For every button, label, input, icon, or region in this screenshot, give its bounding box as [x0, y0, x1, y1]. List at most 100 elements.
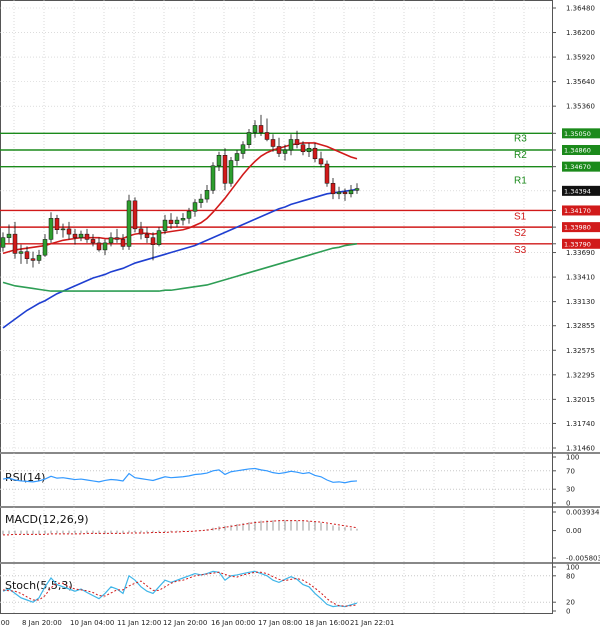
- candle-body: [216, 155, 222, 167]
- candle: [348, 185, 354, 198]
- candle: [222, 148, 228, 191]
- candle: [324, 160, 330, 187]
- candle: [72, 228, 78, 245]
- candle-body: [228, 160, 234, 184]
- candle-body: [180, 218, 186, 221]
- candle: [276, 137, 282, 158]
- candle: [180, 213, 186, 226]
- candle: [0, 232, 6, 252]
- candle: [252, 120, 258, 138]
- candle: [234, 149, 240, 166]
- candle-body: [282, 149, 288, 154]
- candle-body: [0, 237, 6, 248]
- time-tick-label: 18 Jan 16:00: [305, 619, 349, 627]
- candle-body: [240, 144, 246, 154]
- level-name-s2: S2: [514, 228, 527, 239]
- candle-body: [48, 218, 54, 240]
- candle: [306, 142, 312, 158]
- candle-body: [60, 228, 66, 231]
- candle: [90, 234, 96, 247]
- candle-body: [42, 239, 48, 256]
- candle-body: [336, 191, 342, 195]
- rsi-tick-label: 0: [566, 500, 570, 508]
- time-tick-label: 12 Jan 20:00: [163, 619, 207, 627]
- time-tick-label: 11 Jan 12:00: [117, 619, 161, 627]
- panel-separator: [0, 506, 600, 508]
- rsi-label: RSI(14): [5, 471, 45, 484]
- level-price-label: 1.33980: [564, 224, 591, 232]
- candle-body: [120, 239, 126, 247]
- price-tick-label: 1.31740: [566, 420, 595, 428]
- time-tick-label: 21 Jan 22:01: [350, 619, 394, 627]
- level-name-r3: R3: [514, 133, 527, 144]
- time-tick-label: 10 Jan 04:00: [70, 619, 114, 627]
- candle-body: [246, 132, 252, 145]
- candle-body: [24, 251, 30, 259]
- stoch-tick-label: 0: [566, 608, 570, 616]
- candle-body: [258, 125, 264, 133]
- candle-body: [126, 200, 132, 247]
- macd-label: MACD(12,26,9): [5, 513, 89, 526]
- candle-body: [264, 132, 270, 140]
- stoch-tick-label: 80: [566, 572, 575, 580]
- candle-body: [162, 219, 168, 231]
- candle: [204, 185, 210, 203]
- candle: [84, 228, 90, 243]
- candle: [48, 212, 54, 243]
- vertical-grid: [13, 0, 525, 614]
- candle: [42, 234, 48, 257]
- candle-body: [108, 237, 114, 244]
- candle-body: [300, 144, 306, 152]
- price-tick-label: 1.36480: [566, 5, 595, 13]
- candle-body: [324, 163, 330, 184]
- level-price-label: 1.34170: [564, 207, 591, 215]
- candle-body: [222, 155, 228, 184]
- level-price-label: 1.34670: [564, 163, 591, 171]
- candle: [54, 214, 60, 235]
- level-price-label: 1.33790: [564, 240, 591, 248]
- rsi-tick-label: 30: [566, 486, 575, 494]
- panel-separator: [0, 452, 600, 454]
- level-name-r2: R2: [514, 150, 527, 161]
- price-tick-label: 1.32015: [566, 396, 595, 404]
- candle-body: [18, 251, 24, 254]
- current-price-label: 1.34394: [564, 187, 591, 195]
- candle-body: [210, 165, 216, 191]
- price-tick-label: 1.32575: [566, 347, 595, 355]
- candle: [174, 216, 180, 228]
- candle-body: [312, 147, 318, 160]
- moving-average-line: [2, 142, 358, 255]
- candle: [264, 118, 270, 142]
- candle: [228, 157, 234, 187]
- candle: [60, 223, 66, 238]
- candle-body: [354, 188, 360, 191]
- candle: [162, 214, 168, 235]
- candle-body: [348, 190, 354, 195]
- candle-body: [72, 233, 78, 238]
- forex-chart: 1.36480 1.36200 1.35920 1.35640 1.35360 1.350…: [0, 0, 600, 627]
- candle-body: [276, 146, 282, 154]
- candle: [132, 197, 138, 233]
- rsi-tick-label: 100: [566, 454, 579, 462]
- candles: [0, 114, 360, 268]
- candle: [66, 221, 72, 240]
- candle-body: [102, 242, 108, 251]
- candle: [96, 237, 102, 252]
- macd-tick-label: 0.003934: [566, 509, 600, 517]
- candle-body: [78, 233, 84, 238]
- macd-tick-label: -0.005803: [566, 555, 600, 563]
- candle: [192, 199, 198, 217]
- candle-body: [186, 211, 192, 219]
- level-price-label: 1.35050: [564, 130, 591, 138]
- candle: [120, 234, 126, 250]
- time-tick-label: 6:00: [0, 619, 10, 627]
- price-tick-label: 1.31460: [566, 445, 595, 453]
- sr-levels: R3 1.35050 R2 1.34860 R1 1.34670 S1 1.34170 S2 1.…: [0, 128, 600, 256]
- candle: [114, 228, 120, 243]
- candle-body: [252, 125, 258, 133]
- panel-separator: [0, 562, 600, 564]
- candle-body: [30, 258, 36, 261]
- candle: [138, 221, 144, 240]
- candle-body: [342, 191, 348, 195]
- candle: [150, 232, 156, 261]
